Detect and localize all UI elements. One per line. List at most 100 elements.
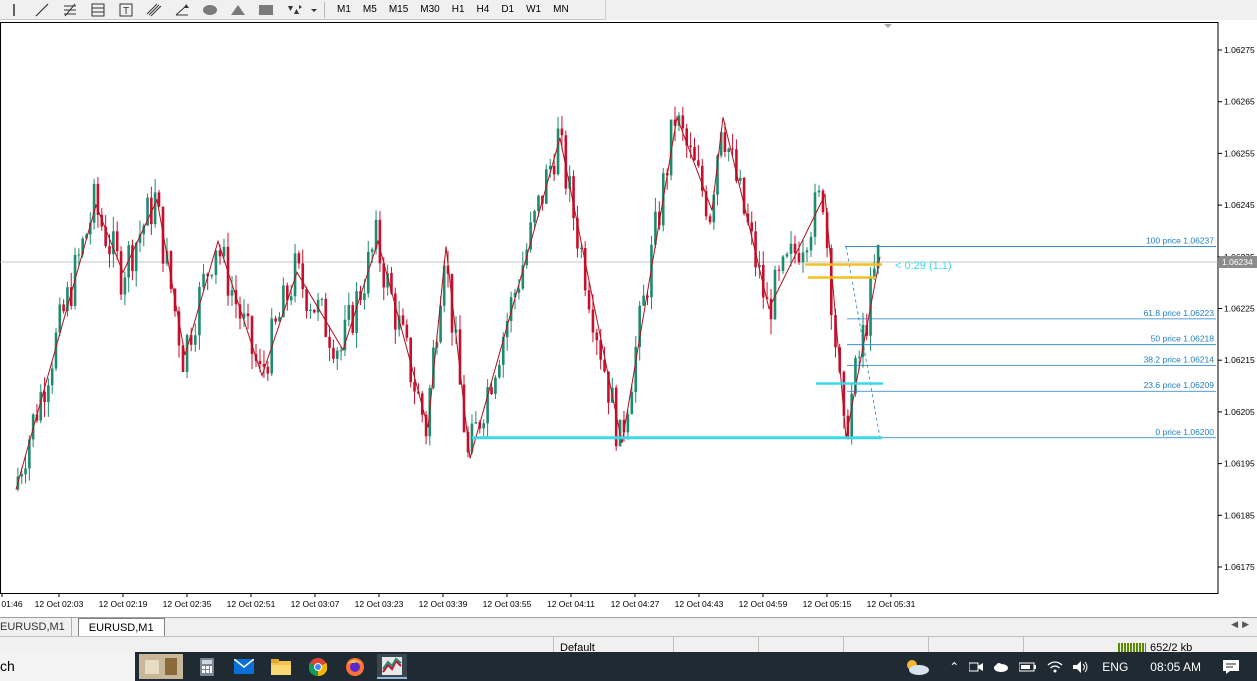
dropdown-arrow-icon[interactable]	[308, 0, 320, 20]
bear-candle[interactable]	[119, 251, 123, 295]
bull-candle[interactable]	[857, 356, 861, 358]
bull-candle[interactable]	[335, 350, 339, 359]
arrows-icon[interactable]	[280, 0, 308, 20]
bear-candle[interactable]	[312, 309, 316, 313]
trendline-icon[interactable]	[28, 0, 56, 20]
timeframe-h1-button[interactable]: H1	[446, 0, 471, 20]
bull-candle[interactable]	[210, 274, 214, 277]
timeframe-d1-button[interactable]: D1	[495, 0, 520, 20]
chrome-icon[interactable]	[303, 654, 333, 679]
bear-candle[interactable]	[274, 318, 277, 322]
firefox-icon[interactable]	[340, 654, 370, 679]
weather-icon[interactable]	[899, 652, 944, 681]
battery-icon[interactable]	[1014, 652, 1042, 681]
ellipse-icon[interactable]	[196, 0, 224, 20]
triangle-icon[interactable]	[224, 0, 252, 20]
bull-candle[interactable]	[781, 256, 785, 271]
bull-candle[interactable]	[494, 377, 497, 394]
arrow-label-icon[interactable]	[168, 0, 196, 20]
bull-candle[interactable]	[20, 474, 24, 477]
bear-candle[interactable]	[689, 145, 692, 147]
timeframe-m30-button[interactable]: M30	[414, 0, 445, 20]
bull-candle[interactable]	[626, 414, 630, 433]
bear-candle[interactable]	[266, 366, 270, 374]
bull-candle[interactable]	[320, 298, 324, 300]
bear-candle[interactable]	[401, 315, 405, 325]
chart-window[interactable]: 1.062751.062651.062551.062451.062351.062…	[0, 21, 1257, 617]
bull-candle[interactable]	[214, 250, 218, 275]
bull-candle[interactable]	[24, 468, 27, 475]
bull-candle[interactable]	[873, 268, 876, 277]
fibonacci-fan-icon[interactable]	[84, 0, 112, 20]
bull-candle[interactable]	[789, 243, 793, 254]
bear-candle[interactable]	[490, 387, 493, 394]
bear-candle[interactable]	[324, 298, 328, 337]
metatrader-icon[interactable]	[377, 654, 407, 679]
channel-icon[interactable]	[140, 0, 168, 20]
meet-now-icon[interactable]	[964, 652, 988, 681]
taskbar-widget-icon[interactable]	[137, 654, 185, 679]
bull-candle[interactable]	[533, 210, 536, 223]
bull-candle[interactable]	[727, 148, 731, 153]
bear-candle[interactable]	[572, 176, 575, 219]
bear-candle[interactable]	[731, 148, 734, 150]
bull-candle[interactable]	[202, 273, 205, 288]
bull-candle[interactable]	[153, 192, 157, 225]
bear-candle[interactable]	[297, 253, 301, 264]
bear-candle[interactable]	[378, 219, 382, 264]
bull-candle[interactable]	[474, 422, 478, 424]
bear-candle[interactable]	[258, 360, 262, 365]
bull-candle[interactable]	[785, 253, 789, 257]
bull-candle[interactable]	[58, 304, 62, 333]
timeframe-m1-button[interactable]: M1	[331, 0, 357, 20]
fibonacci-retracement-icon[interactable]	[56, 0, 84, 20]
bear-candle[interactable]	[560, 128, 564, 136]
timeframe-m5-button[interactable]: M5	[357, 0, 383, 20]
bear-candle[interactable]	[797, 252, 801, 263]
bull-candle[interactable]	[289, 296, 293, 301]
bear-candle[interactable]	[43, 391, 46, 403]
bull-candle[interactable]	[642, 295, 645, 306]
text-icon[interactable]: T	[112, 0, 140, 20]
bear-candle[interactable]	[405, 324, 409, 338]
taskbar-search-box[interactable]: ch	[0, 652, 135, 681]
calculator-icon[interactable]	[192, 654, 222, 679]
bull-candle[interactable]	[47, 385, 50, 403]
bull-candle[interactable]	[630, 392, 634, 415]
bear-candle[interactable]	[587, 290, 591, 310]
bear-candle[interactable]	[793, 243, 797, 253]
file-explorer-icon[interactable]	[266, 654, 296, 679]
bull-candle[interactable]	[498, 364, 501, 378]
bull-candle[interactable]	[194, 335, 197, 345]
bear-candle[interactable]	[697, 160, 700, 166]
language-indicator[interactable]: ENG	[1094, 652, 1136, 681]
chevron-up-icon[interactable]: ⌃	[944, 652, 964, 681]
chart-tab-inactive[interactable]: EURUSD,M1	[0, 618, 72, 636]
bull-candle[interactable]	[222, 246, 226, 257]
bull-candle[interactable]	[230, 290, 234, 296]
volume-icon[interactable]	[1068, 652, 1094, 681]
bear-candle[interactable]	[708, 216, 712, 223]
timeframe-mn-button[interactable]: MN	[547, 0, 575, 20]
bull-candle[interactable]	[50, 368, 54, 386]
bear-candle[interactable]	[301, 263, 305, 290]
bull-candle[interactable]	[123, 277, 127, 295]
bull-candle[interactable]	[339, 350, 343, 352]
bear-candle[interactable]	[723, 132, 727, 153]
bear-candle[interactable]	[246, 313, 250, 317]
bull-candle[interactable]	[482, 423, 485, 429]
rectangle-icon[interactable]	[252, 0, 280, 20]
bull-candle[interactable]	[817, 190, 821, 193]
bull-candle[interactable]	[801, 252, 805, 263]
bull-candle[interactable]	[198, 287, 201, 336]
timeframe-m15-button[interactable]: M15	[383, 0, 414, 20]
cloud-icon[interactable]	[988, 652, 1014, 681]
bear-candle[interactable]	[115, 231, 119, 252]
bull-candle[interactable]	[309, 309, 312, 312]
bull-candle[interactable]	[805, 250, 809, 253]
bull-candle[interactable]	[537, 195, 540, 211]
bull-candle[interactable]	[185, 335, 189, 372]
timeframe-w1-button[interactable]: W1	[520, 0, 547, 20]
notifications-icon[interactable]	[1215, 652, 1257, 681]
tab-scroll-arrows-icon[interactable]: ◀▶	[1231, 619, 1253, 630]
